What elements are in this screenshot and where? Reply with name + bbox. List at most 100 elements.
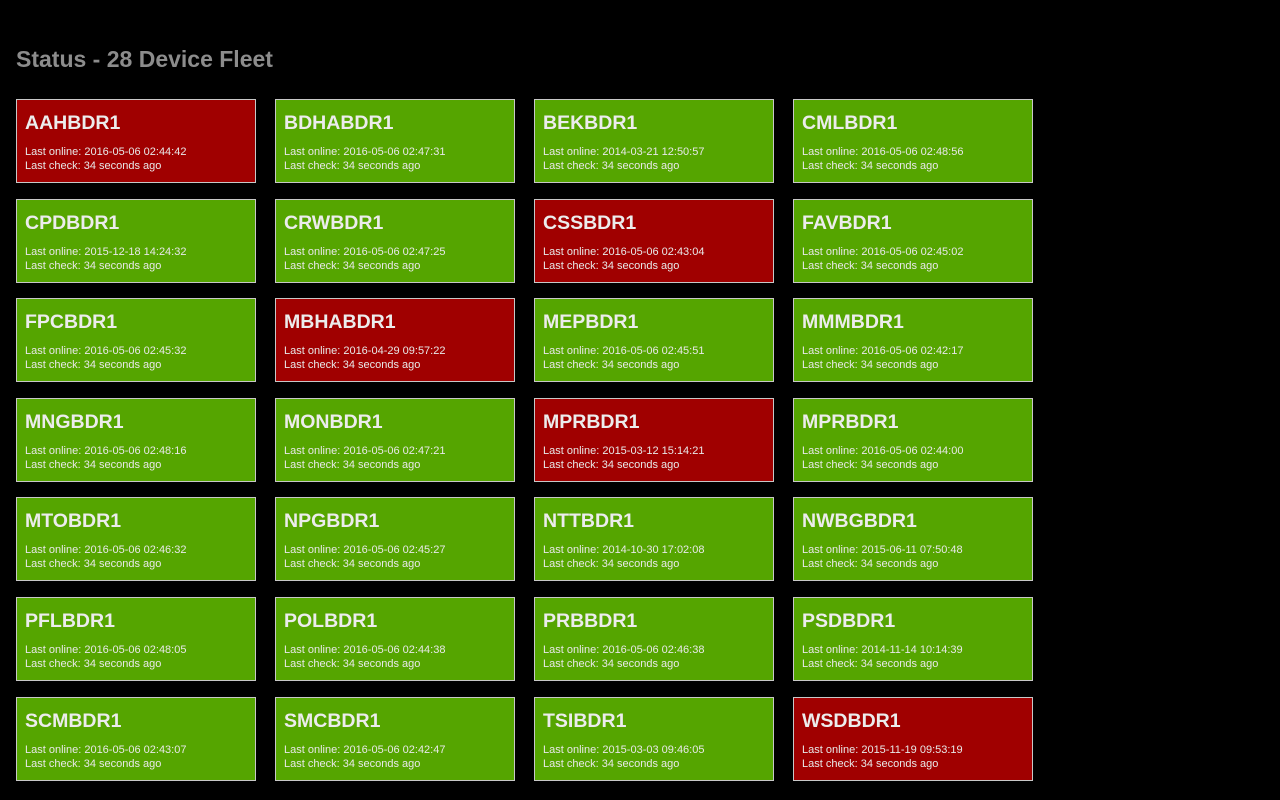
device-name: FAVBDR1 bbox=[802, 211, 892, 234]
device-card[interactable]: TSIBDR1 Last online: 2015-03-03 09:46:05 L… bbox=[534, 696, 774, 781]
device-name: MMMBDR1 bbox=[802, 311, 904, 334]
last-check-label: Last check: bbox=[284, 359, 343, 372]
last-check-line: Last check: 34 seconds ago bbox=[284, 758, 420, 771]
last-online-value: 2016-05-06 02:42:17 bbox=[861, 345, 964, 358]
device-name: CMLBDR1 bbox=[802, 112, 898, 134]
last-check-value: 34 seconds ago bbox=[860, 657, 939, 670]
device-card[interactable]: NTTBDR1 Last online: 2014-10-30 17:02:08 L… bbox=[534, 497, 774, 582]
device-card[interactable]: NWBGBDR1 Last online: 2015-06-11 07:50:48… bbox=[793, 497, 1033, 582]
last-check-line: Last check: 34 seconds ago bbox=[802, 459, 938, 472]
last-online-label: Last online: bbox=[25, 643, 85, 656]
last-online-label: Last online: bbox=[284, 345, 344, 358]
device-name: SCMBDR1 bbox=[25, 709, 122, 732]
last-check-label: Last check: bbox=[284, 657, 343, 670]
device-name: CPDBDR1 bbox=[25, 211, 120, 234]
last-online-value: 2014-10-30 17:02:08 bbox=[602, 544, 705, 557]
last-online-label: Last online: bbox=[284, 743, 344, 756]
last-online-label: Last online: bbox=[543, 544, 603, 557]
last-check-label: Last check: bbox=[543, 160, 602, 172]
last-online-line: Last online: 2016-05-06 02:44:42 bbox=[25, 146, 186, 159]
device-card[interactable]: MPRBDR1 Last online: 2016-05-06 02:44:00 L… bbox=[793, 397, 1033, 482]
last-check-line: Last check: 34 seconds ago bbox=[543, 758, 679, 771]
device-card[interactable]: MTOBDR1 Last online: 2016-05-06 02:46:32 L… bbox=[16, 497, 256, 582]
device-card[interactable]: PRBBDR1 Last online: 2016-05-06 02:46:38 L… bbox=[534, 596, 774, 681]
device-card[interactable]: FAVBDR1 Last online: 2016-05-06 02:45:02 L… bbox=[793, 198, 1033, 283]
last-online-value: 2014-03-21 12:50:57 bbox=[602, 146, 705, 158]
last-check-value: 34 seconds ago bbox=[860, 558, 939, 571]
last-online-line: Last online: 2016-05-06 02:47:21 bbox=[284, 445, 445, 458]
last-check-line: Last check: 34 seconds ago bbox=[284, 160, 420, 173]
last-online-value: 2016-05-06 02:47:25 bbox=[343, 245, 446, 258]
last-check-label: Last check: bbox=[25, 657, 84, 670]
last-check-line: Last check: 34 seconds ago bbox=[284, 260, 420, 273]
device-name: BEKBDR1 bbox=[543, 112, 638, 134]
page-title: Status - 28 Device Fleet bbox=[16, 46, 273, 72]
device-card[interactable]: BEKBDR1 Last online: 2014-03-21 12:50:57 L… bbox=[534, 99, 774, 183]
device-card[interactable]: WSDBDR1 Last online: 2015-11-19 09:53:19 L… bbox=[793, 696, 1033, 781]
last-online-label: Last online: bbox=[802, 544, 862, 557]
last-check-line: Last check: 34 seconds ago bbox=[284, 459, 420, 472]
last-online-value: 2016-05-06 02:44:00 bbox=[861, 444, 964, 457]
device-card[interactable]: NPGBDR1 Last online: 2016-05-06 02:45:27 L… bbox=[275, 497, 515, 582]
last-check-line: Last check: 34 seconds ago bbox=[25, 658, 161, 671]
device-card[interactable]: MNGBDR1 Last online: 2016-05-06 02:48:16 L… bbox=[16, 397, 256, 482]
last-online-value: 2016-05-06 02:46:38 bbox=[602, 643, 705, 656]
device-card[interactable]: CSSBDR1 Last online: 2016-05-06 02:43:04 L… bbox=[534, 198, 774, 283]
last-check-label: Last check: bbox=[543, 458, 602, 471]
device-card[interactable]: SMCBDR1 Last online: 2016-05-06 02:42:47 L… bbox=[275, 696, 515, 781]
device-card[interactable]: PFLBDR1 Last online: 2016-05-06 02:48:05 L… bbox=[16, 596, 256, 681]
last-check-line: Last check: 34 seconds ago bbox=[802, 658, 938, 671]
device-card[interactable]: SCMBDR1 Last online: 2016-05-06 02:43:07 L… bbox=[16, 696, 256, 781]
last-online-line: Last online: 2016-05-06 02:48:16 bbox=[25, 445, 186, 458]
last-check-value: 34 seconds ago bbox=[342, 657, 421, 670]
last-online-line: Last online: 2016-05-06 02:42:17 bbox=[802, 345, 963, 358]
device-name: MPRBDR1 bbox=[543, 410, 640, 433]
last-online-line: Last online: 2016-05-06 02:43:07 bbox=[25, 744, 186, 757]
device-grid: AAHBDR1 Last online: 2016-05-06 02:44:42 L… bbox=[16, 99, 1033, 781]
device-name: AAHBDR1 bbox=[25, 112, 121, 134]
last-online-value: 2016-05-06 02:47:31 bbox=[343, 146, 446, 158]
device-name: NWBGBDR1 bbox=[802, 510, 917, 533]
last-check-value: 34 seconds ago bbox=[342, 458, 421, 471]
last-check-label: Last check: bbox=[25, 458, 84, 471]
device-name: MBHABDR1 bbox=[284, 311, 396, 334]
last-online-line: Last online: 2016-05-06 02:46:32 bbox=[25, 544, 186, 557]
last-online-line: Last online: 2015-11-19 09:53:19 bbox=[802, 744, 963, 757]
last-online-label: Last online: bbox=[543, 245, 603, 258]
last-check-line: Last check: 34 seconds ago bbox=[802, 359, 938, 372]
last-check-label: Last check: bbox=[802, 657, 861, 670]
device-card[interactable]: CRWBDR1 Last online: 2016-05-06 02:47:25 L… bbox=[275, 198, 515, 283]
last-check-label: Last check: bbox=[284, 160, 343, 172]
last-online-label: Last online: bbox=[802, 444, 862, 457]
last-online-label: Last online: bbox=[284, 146, 344, 158]
device-card[interactable]: CPDBDR1 Last online: 2015-12-18 14:24:32 L… bbox=[16, 198, 256, 283]
device-card[interactable]: FPCBDR1 Last online: 2016-05-06 02:45:32 L… bbox=[16, 298, 256, 383]
last-check-line: Last check: 34 seconds ago bbox=[25, 359, 161, 372]
last-online-value: 2016-04-29 09:57:22 bbox=[343, 345, 446, 358]
device-card[interactable]: MBHABDR1 Last online: 2016-04-29 09:57:22… bbox=[275, 298, 515, 383]
last-check-value: 34 seconds ago bbox=[860, 359, 939, 372]
last-online-label: Last online: bbox=[25, 544, 85, 557]
device-card[interactable]: MMMBDR1 Last online: 2016-05-06 02:42:17 L… bbox=[793, 298, 1033, 383]
last-check-line: Last check: 34 seconds ago bbox=[25, 459, 161, 472]
device-card[interactable]: MONBDR1 Last online: 2016-05-06 02:47:21 L… bbox=[275, 397, 515, 482]
last-online-line: Last online: 2016-05-06 02:45:51 bbox=[543, 345, 704, 358]
last-check-value: 34 seconds ago bbox=[342, 259, 421, 272]
last-online-value: 2016-05-06 02:43:07 bbox=[84, 743, 187, 756]
device-card[interactable]: MEPBDR1 Last online: 2016-05-06 02:45:51 L… bbox=[534, 298, 774, 383]
device-card[interactable]: BDHABDR1 Last online: 2016-05-06 02:47:31… bbox=[275, 99, 515, 183]
last-check-value: 34 seconds ago bbox=[601, 757, 680, 770]
device-card[interactable]: POLBDR1 Last online: 2016-05-06 02:44:38 L… bbox=[275, 596, 515, 681]
last-check-label: Last check: bbox=[543, 359, 602, 372]
device-card[interactable]: MPRBDR1 Last online: 2015-03-12 15:14:21 L… bbox=[534, 397, 774, 482]
last-check-label: Last check: bbox=[284, 259, 343, 272]
device-card[interactable]: AAHBDR1 Last online: 2016-05-06 02:44:42 L… bbox=[16, 99, 256, 183]
last-online-value: 2016-05-06 02:42:47 bbox=[343, 743, 446, 756]
last-check-line: Last check: 34 seconds ago bbox=[802, 558, 938, 571]
device-card[interactable]: PSDBDR1 Last online: 2014-11-14 10:14:39 L… bbox=[793, 596, 1033, 681]
device-name: FPCBDR1 bbox=[25, 311, 118, 334]
device-card[interactable]: CMLBDR1 Last online: 2016-05-06 02:48:56 L… bbox=[793, 99, 1033, 183]
last-check-value: 34 seconds ago bbox=[860, 757, 939, 770]
last-online-label: Last online: bbox=[802, 643, 862, 656]
last-check-value: 34 seconds ago bbox=[83, 359, 162, 372]
